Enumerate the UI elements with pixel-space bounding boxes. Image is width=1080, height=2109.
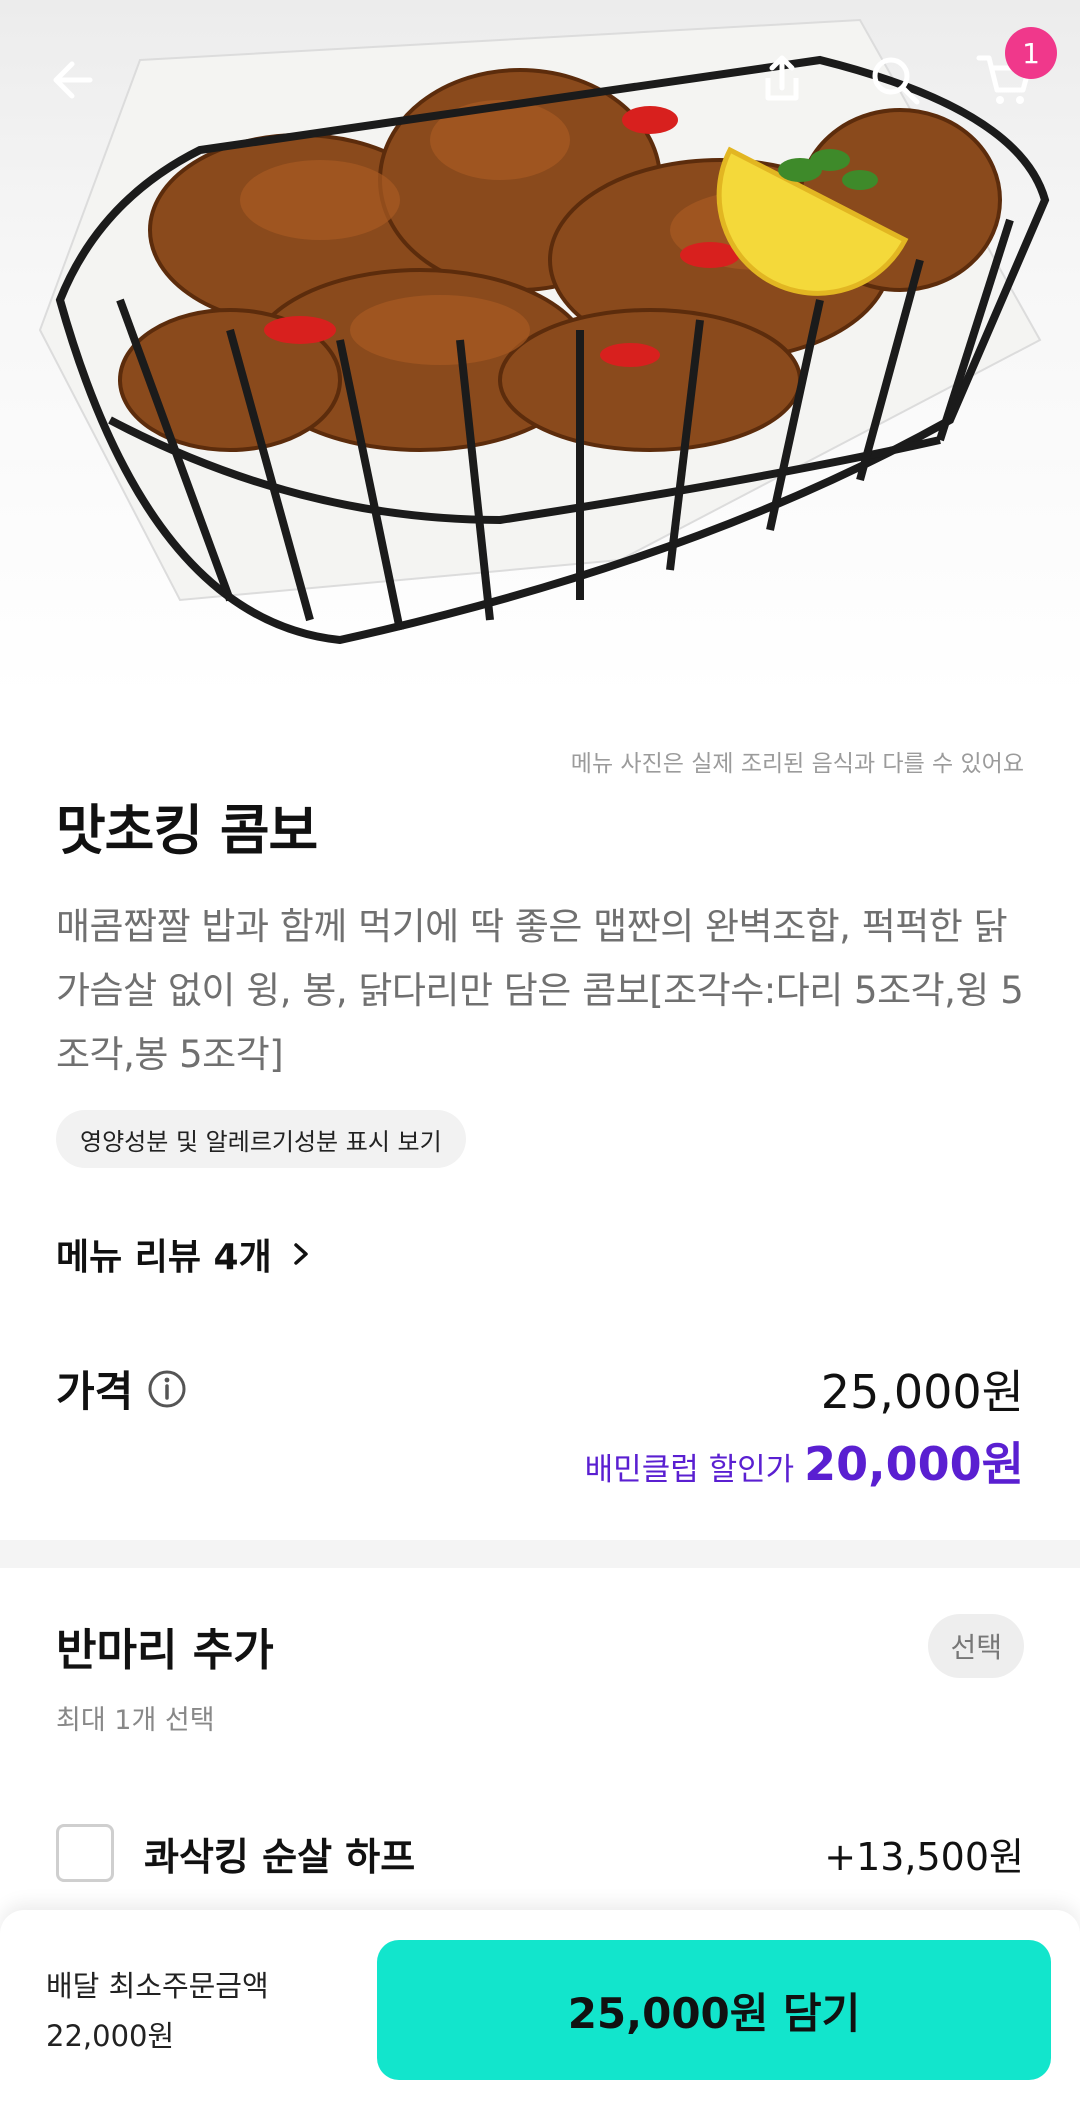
cart-count-badge: 1 (1005, 27, 1057, 79)
menu-title: 맛초킹 콤보 (56, 799, 318, 862)
info-icon[interactable] (147, 1369, 187, 1409)
price-label-row: 가격 (56, 1358, 187, 1419)
menu-reviews-link[interactable]: 메뉴 리뷰 4개 (56, 1228, 312, 1280)
back-button[interactable] (34, 40, 114, 120)
search-button[interactable] (855, 40, 935, 120)
min-order-value: 22,000원 (46, 2019, 175, 2053)
menu-description: 매콤짭짤 밥과 함께 먹기에 딱 좋은 맵짠의 완벽조합, 퍽퍽한 닭가슴살 없… (56, 905, 1024, 1076)
bottom-order-bar: 배달 최소주문금액 22,000원 25,000원 담기 (0, 1910, 1080, 2109)
photo-disclaimer: 메뉴 사진은 실제 조리된 음식과 다를 수 있어요 (570, 751, 1024, 777)
option-group-title: 반마리 추가 (56, 1625, 274, 1676)
option-group-subtitle: 최대 1개 선택 (56, 1705, 215, 1736)
price-label: 가격 (56, 1367, 134, 1416)
club-discount-label: 배민클럽 할인가 (584, 1452, 795, 1488)
share-button[interactable] (742, 40, 822, 120)
nutrition-info-button[interactable]: 영양성분 및 알레르기성분 표시 보기 (56, 1110, 466, 1168)
section-divider (0, 1540, 1080, 1568)
add-to-cart-label: 25,000원 담기 (567, 1988, 861, 2038)
club-discount-price: 20,000원 (804, 1437, 1024, 1491)
share-icon (765, 55, 799, 101)
option-price: +13,500원 (824, 1834, 1024, 1879)
option-optional-badge: 선택 (928, 1614, 1024, 1678)
add-to-cart-button[interactable]: 25,000원 담기 (377, 1940, 1051, 2080)
club-discount-row: 배민클럽 할인가 20,000원 (585, 1428, 1024, 1494)
arrow-left-icon (53, 61, 93, 99)
option-checkbox[interactable] (56, 1824, 114, 1882)
chevron-right-icon (293, 1243, 308, 1265)
search-icon (872, 57, 920, 105)
option-name: 콰삭킹 순살 하프 (144, 1834, 416, 1879)
option-item[interactable]: 콰삭킹 순살 하프 +13,500원 (56, 1822, 1024, 1884)
min-order-label: 배달 최소주문금액 (46, 1969, 269, 2003)
price-value: 25,000원 (820, 1365, 1024, 1419)
reviews-label: 메뉴 리뷰 4개 (56, 1237, 272, 1278)
